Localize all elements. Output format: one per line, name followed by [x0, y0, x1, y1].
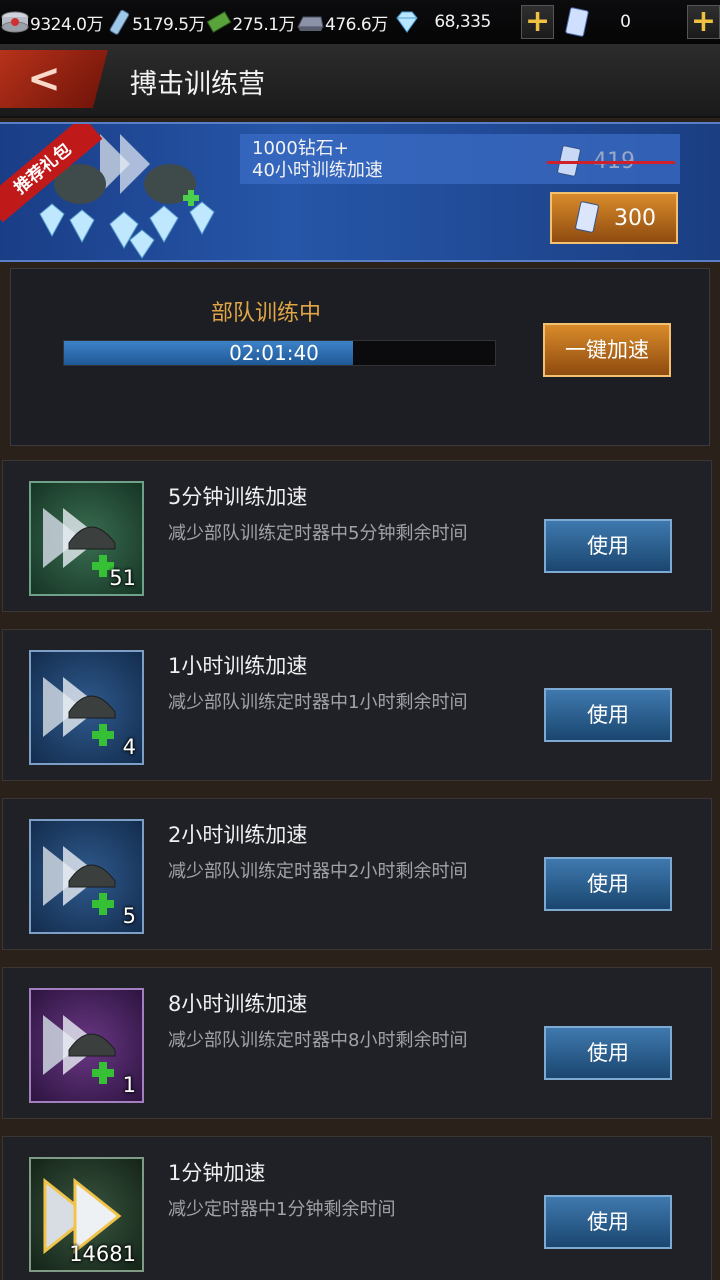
- resource-cash: 275.1万: [205, 0, 296, 44]
- item-count: 1: [122, 1073, 136, 1097]
- training-status-title: 部队训练中: [211, 301, 322, 326]
- resource-diamonds: 68,335: [392, 0, 509, 44]
- speedup-item-icon: 14681: [29, 1157, 144, 1272]
- diamond-amount: 68,335: [434, 12, 491, 32]
- item-description: 减少部队训练定时器中2小时剩余时间: [168, 861, 468, 882]
- silver-coins-icon: [0, 7, 30, 37]
- item-title: 1分钟加速: [168, 1161, 266, 1185]
- speedup-item: 14681 1分钟加速 减少定时器中1分钟剩余时间 使用: [2, 1136, 712, 1280]
- resource-cards: 0: [554, 0, 671, 44]
- item-description: 减少部队训练定时器中5分钟剩余时间: [168, 523, 468, 544]
- use-button[interactable]: 使用: [544, 519, 672, 573]
- plus-icon: +: [525, 4, 551, 39]
- back-button[interactable]: <: [0, 50, 108, 108]
- speedup-item: 5 2小时训练加速 减少部队训练定时器中2小时剩余时间 使用: [2, 798, 712, 950]
- item-count: 5: [122, 904, 136, 928]
- use-button[interactable]: 使用: [544, 688, 672, 742]
- diamond-icon: [392, 7, 422, 37]
- cards-amount: 0: [620, 12, 631, 32]
- resource-silver: 9324.0万: [0, 0, 105, 44]
- item-description: 减少部队训练定时器中8小时剩余时间: [168, 1030, 468, 1051]
- item-description: 减少部队训练定时器中1小时剩余时间: [168, 692, 468, 713]
- fuel-canister-icon: [105, 7, 132, 37]
- use-button[interactable]: 使用: [544, 1195, 672, 1249]
- fuel-amount: 5179.5万: [132, 14, 206, 35]
- speedup-item: 4 1小时训练加速 减少部队训练定时器中1小时剩余时间 使用: [2, 629, 712, 781]
- speedup-item: 1 8小时训练加速 减少部队训练定时器中8小时剩余时间 使用: [2, 967, 712, 1119]
- price-strikethrough: [547, 161, 675, 164]
- page-header: < 搏击训练营: [0, 44, 720, 118]
- use-button[interactable]: 使用: [544, 1026, 672, 1080]
- item-title: 5分钟训练加速: [168, 485, 308, 509]
- speedup-item-icon: 4: [29, 650, 144, 765]
- steel-ingot-icon: [295, 7, 325, 37]
- resource-steel: 476.6万: [295, 0, 392, 44]
- add-diamonds-button[interactable]: +: [521, 4, 555, 39]
- item-count: 14681: [69, 1242, 136, 1266]
- item-title: 2小时训练加速: [168, 823, 308, 847]
- add-cards-button[interactable]: +: [686, 4, 720, 39]
- back-arrow-icon: <: [27, 56, 61, 102]
- plus-icon: +: [690, 4, 716, 39]
- item-title: 8小时训练加速: [168, 992, 308, 1016]
- training-timer: 02:01:40: [229, 341, 319, 365]
- speedup-item-icon: 5: [29, 819, 144, 934]
- gift-price: 300: [614, 205, 656, 231]
- vip-card-icon: [562, 7, 592, 37]
- recommended-gift-pack[interactable]: 推荐礼包 1000钻石+ 40小时训练加速 419 300: [0, 122, 720, 262]
- silver-amount: 9324.0万: [30, 14, 103, 35]
- item-count: 51: [109, 566, 136, 590]
- speedup-item-icon: 1: [29, 988, 144, 1103]
- use-button[interactable]: 使用: [544, 857, 672, 911]
- training-progress-bar: 02:01:40: [63, 340, 496, 366]
- cash-amount: 275.1万: [232, 14, 296, 35]
- vip-card-icon: [575, 201, 599, 233]
- item-description: 减少定时器中1分钟剩余时间: [168, 1199, 396, 1220]
- training-status-panel: 部队训练中 02:01:40 一键加速: [10, 268, 710, 446]
- item-title: 1小时训练加速: [168, 654, 308, 678]
- resource-bar: 9324.0万 5179.5万 275.1万 476.6万 68,335 + 0…: [0, 0, 720, 44]
- cash-bundle-icon: [205, 7, 232, 37]
- speedup-item: 51 5分钟训练加速 减少部队训练定时器中5分钟剩余时间 使用: [2, 460, 712, 612]
- instant-speedup-button[interactable]: 一键加速: [543, 323, 671, 377]
- steel-amount: 476.6万: [325, 14, 388, 35]
- page-title: 搏击训练营: [130, 69, 265, 100]
- buy-gift-button[interactable]: 300: [550, 192, 678, 244]
- resource-fuel: 5179.5万: [105, 0, 206, 44]
- speedup-item-icon: 51: [29, 481, 144, 596]
- item-count: 4: [122, 735, 136, 759]
